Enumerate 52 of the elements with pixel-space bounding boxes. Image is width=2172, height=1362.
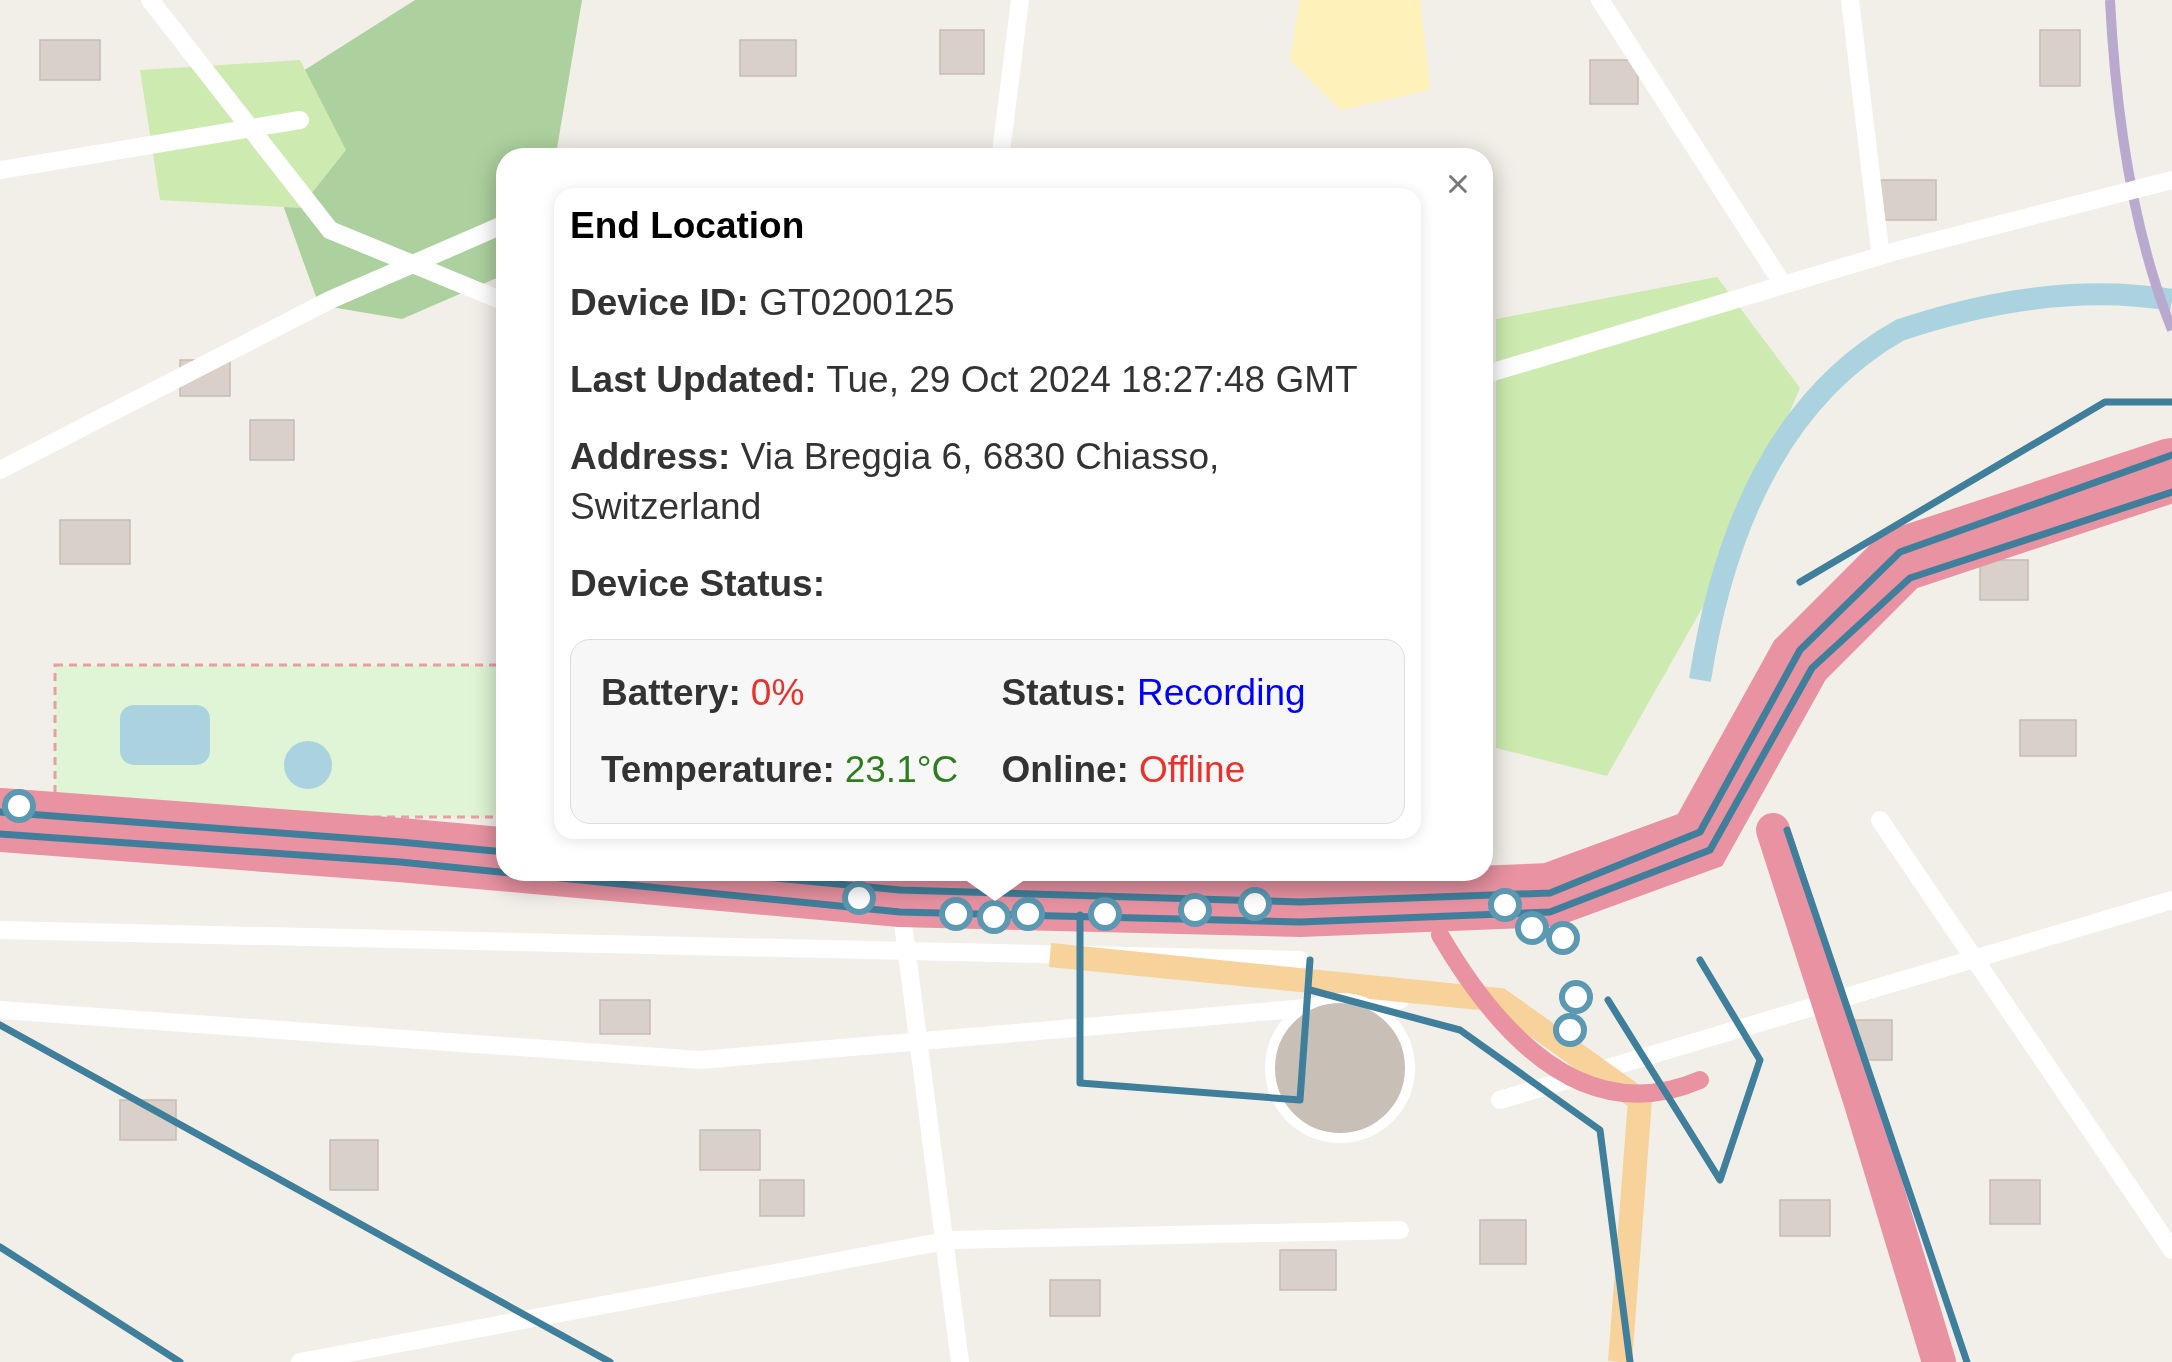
route-marker-icon[interactable] [842, 881, 876, 915]
building-block [759, 1179, 805, 1217]
route-line[interactable] [1783, 826, 1971, 1362]
building-block [249, 419, 295, 461]
status-value: 0% [750, 671, 805, 715]
route-marker-icon[interactable] [1488, 888, 1522, 922]
route-marker-icon[interactable] [1546, 921, 1580, 955]
route-marker-icon[interactable] [1088, 897, 1122, 931]
section-heading: Device Status: [570, 562, 826, 606]
route-line[interactable] [1076, 911, 1314, 1104]
building-block [739, 39, 797, 77]
building-block [1049, 1279, 1101, 1317]
route-marker-icon[interactable] [1515, 911, 1549, 945]
route-line[interactable] [1796, 398, 2172, 586]
status-label: Online: [1001, 748, 1129, 792]
detail-text: Device ID: GT0200125 [570, 281, 956, 325]
building-block [59, 519, 131, 565]
route-marker-icon[interactable] [1011, 897, 1045, 931]
building-block [699, 1129, 761, 1171]
status-value: Recording [1136, 671, 1306, 715]
building-block [1779, 1199, 1831, 1237]
building-block [1989, 1179, 2041, 1225]
route-marker-icon[interactable] [2, 789, 36, 823]
popup-title: End Location [570, 204, 806, 248]
route-marker-icon[interactable] [1178, 893, 1212, 927]
building-block [2019, 719, 2077, 757]
route-line[interactable] [0, 1021, 614, 1362]
status-label: Battery: [601, 671, 741, 715]
building-block [1589, 59, 1639, 105]
route-marker-icon[interactable] [1553, 1013, 1587, 1047]
building-block [2039, 29, 2081, 87]
building-block [39, 39, 101, 81]
building-block [1879, 179, 1937, 221]
building-block [1279, 1249, 1337, 1291]
status-value: Offline [1138, 748, 1246, 792]
building-block [599, 999, 651, 1035]
detail-text: Address: Via Breggia 6, 6830 Chiasso, Switzerland [570, 435, 1221, 529]
route-line[interactable] [0, 1243, 184, 1362]
building-block [1979, 559, 2029, 601]
building-block [939, 29, 985, 75]
status-label: Temperature: [601, 748, 835, 792]
route-line[interactable] [1604, 956, 1764, 1184]
route-marker-icon[interactable] [1238, 887, 1272, 921]
pond-shape [284, 741, 332, 789]
status-label: Status: [1001, 671, 1127, 715]
route-marker-icon[interactable] [939, 897, 973, 931]
detail-text: Last Updated: Tue, 29 Oct 2024 18:27:48 GMT [570, 358, 1359, 402]
route-marker-icon[interactable] [1559, 980, 1593, 1014]
building-block [1479, 1219, 1527, 1265]
status-value: 23.1°C [844, 748, 959, 792]
building-block [329, 1139, 379, 1191]
route-marker-icon[interactable] [977, 900, 1011, 934]
